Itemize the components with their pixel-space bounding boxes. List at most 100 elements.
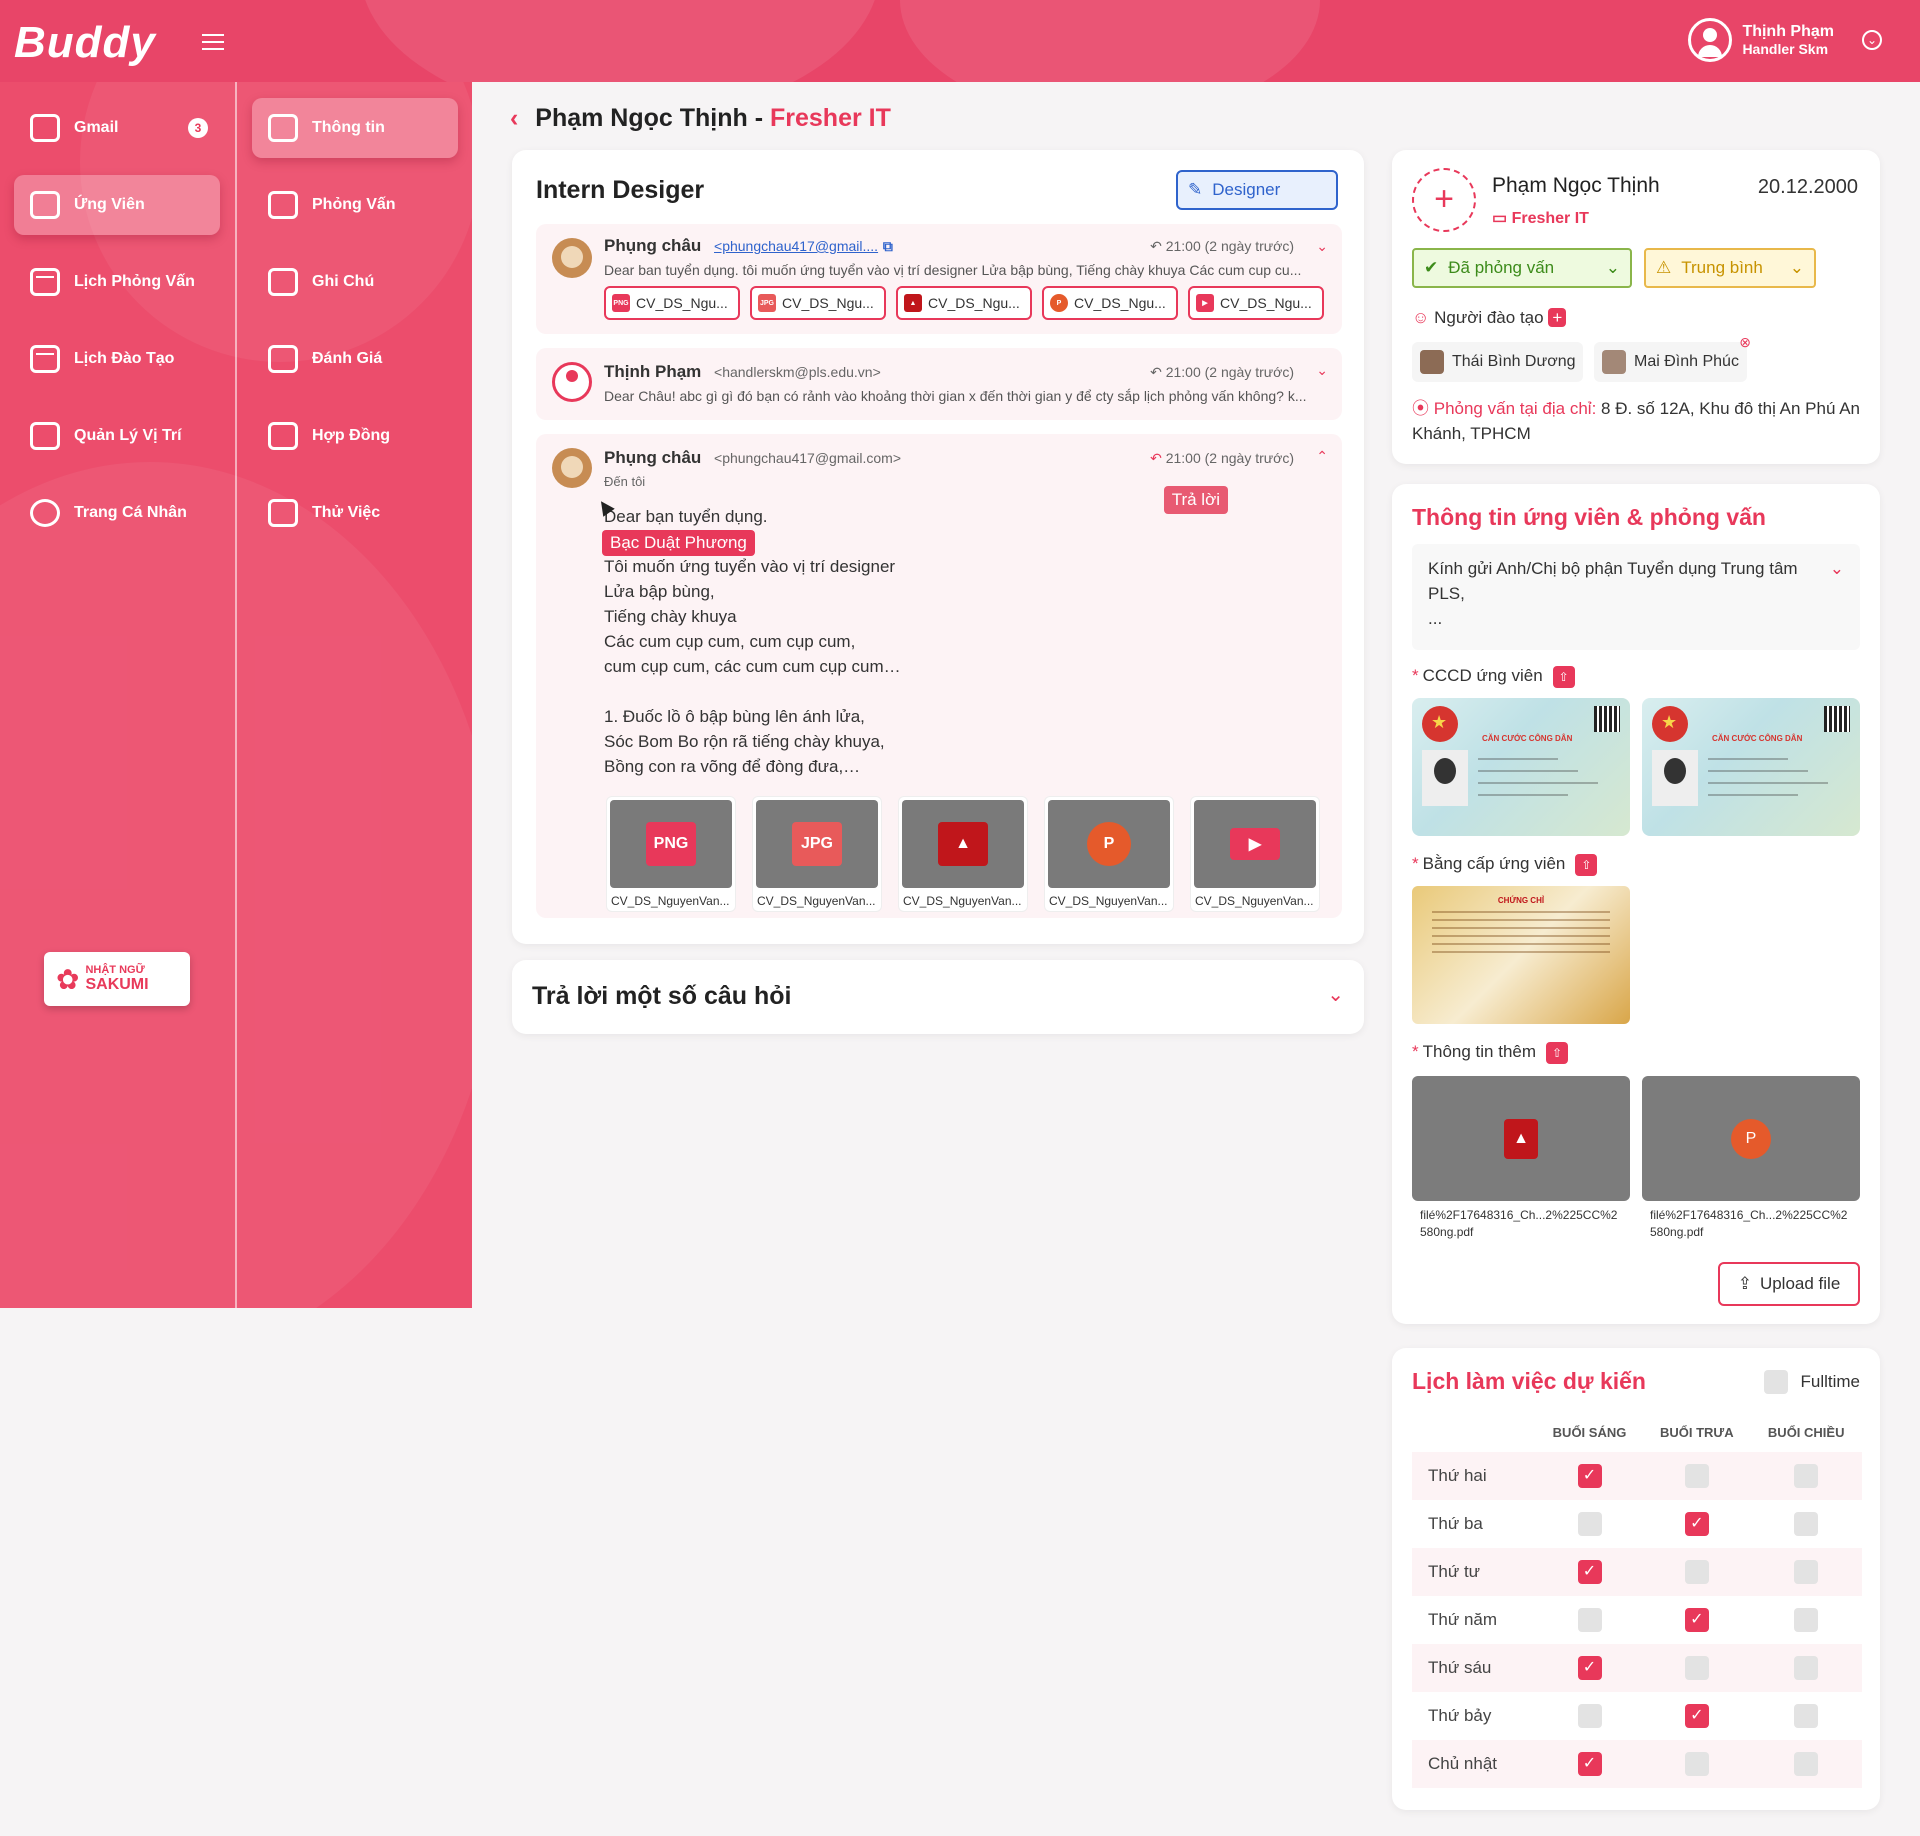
back-chevron-icon[interactable]: ‹ — [510, 104, 518, 132]
attachment-chip[interactable]: P CV_DS_Ngu... — [1042, 286, 1178, 320]
attachment-chip[interactable]: JPG CV_DS_Ngu... — [750, 286, 886, 320]
sidebar-item-interview-schedule[interactable]: Lịch Phỏng Vấn — [14, 252, 220, 312]
checkbox-unchecked[interactable] — [1684, 1752, 1709, 1776]
trainer-name: Mai Đình Phúc — [1634, 353, 1739, 370]
day-label: Thứ năm — [1428, 1610, 1498, 1629]
attachment-thumbnail[interactable]: JPG CV_DS_NguyenVan... — [752, 796, 882, 912]
table-row: Thứ hai ✓ — [1412, 1452, 1862, 1500]
upload-icon[interactable]: ⇧ — [1552, 666, 1575, 688]
upload-file-button[interactable]: ⇪ Upload file — [1718, 1262, 1860, 1306]
buddy-logo[interactable]: Buddy — [14, 18, 156, 68]
reply-icon[interactable]: ↶ — [1150, 238, 1166, 254]
status-select[interactable]: ✔ Đã phỏng vấn ⌄ — [1412, 248, 1632, 288]
checkbox-checked[interactable]: ✓ — [1684, 1608, 1709, 1632]
checkbox-unchecked[interactable] — [1794, 1560, 1819, 1584]
copy-icon[interactable]: ⧉ — [883, 238, 893, 254]
schedule-cell — [1536, 1500, 1643, 1548]
id-card-front-image[interactable]: CĂN CƯỚC CÔNG DÂN — [1412, 698, 1630, 836]
chevron-down-icon[interactable]: ⌄ — [1327, 982, 1344, 1007]
chevron-down-icon[interactable]: ⌄ — [1316, 362, 1328, 379]
checkbox-unchecked[interactable] — [1794, 1752, 1819, 1776]
checkbox-unchecked[interactable] — [1794, 1704, 1819, 1728]
add-trainer-button[interactable]: + — [1548, 308, 1567, 327]
add-avatar-icon[interactable]: + — [1412, 168, 1476, 232]
checkbox-unchecked[interactable] — [1577, 1512, 1602, 1536]
chevron-up-icon[interactable]: ⌃ — [1316, 448, 1328, 465]
attachment-thumbnail[interactable]: ▲ CV_DS_NguyenVan... — [898, 796, 1028, 912]
schedule-cell — [1750, 1692, 1862, 1740]
attachment-chip[interactable]: ▶ CV_DS_Ngu... — [1188, 286, 1324, 320]
mention-tooltip: Bạc Duật Phương — [602, 530, 755, 556]
sidebar-item-review[interactable]: Đánh Giá — [252, 329, 458, 389]
checkbox-checked[interactable]: ✓ — [1577, 1752, 1602, 1776]
degree-certificate-image[interactable]: CHỨNG CHỈ — [1412, 886, 1630, 1024]
chevron-down-icon[interactable]: ⌄ — [1830, 556, 1844, 581]
table-row: Thứ bảy ✓ — [1412, 1692, 1862, 1740]
checkbox-unchecked[interactable] — [1684, 1560, 1709, 1584]
attachment-thumbnail[interactable]: ▶ CV_DS_NguyenVan... — [1190, 796, 1320, 912]
reply-icon[interactable]: ↶ — [1150, 364, 1166, 380]
designer-tag-button[interactable]: ✎ Designer — [1176, 170, 1338, 210]
sidebar-item-interview[interactable]: Phỏng Vấn — [252, 175, 458, 235]
hamburger-menu-icon[interactable] — [202, 34, 224, 50]
schedule-cell — [1643, 1452, 1751, 1500]
sidebar-item-profile[interactable]: Trang Cá Nhân — [14, 483, 220, 543]
checkbox-checked[interactable]: ✓ — [1684, 1512, 1709, 1536]
sidebar-item-candidates[interactable]: Ứng Viên — [14, 175, 220, 235]
chevron-down-icon[interactable]: ⌄ — [1862, 30, 1882, 50]
attachment-chip[interactable]: ▲ CV_DS_Ngu... — [896, 286, 1032, 320]
checkbox-unchecked[interactable] — [1577, 1704, 1602, 1728]
sidebar-item-position-management[interactable]: Quản Lý Vị Trí — [14, 406, 220, 466]
checkbox-unchecked[interactable] — [1577, 1608, 1602, 1632]
extra-file-card[interactable]: P filé%2F17648316_Ch...2%225CC%2580ng.pd… — [1642, 1076, 1860, 1246]
checkbox-unchecked[interactable] — [1794, 1608, 1819, 1632]
sidebar-item-label: Lịch Phỏng Vấn — [74, 273, 195, 290]
email-item[interactable]: Phụng châu <phungchau417@gmail.... ⧉ ↶ 2… — [536, 224, 1342, 334]
upload-icon[interactable]: ⇧ — [1546, 1042, 1569, 1064]
position-list-icon — [30, 422, 60, 450]
reply-icon[interactable]: ↶ — [1150, 450, 1166, 466]
checkbox-checked[interactable]: ✓ — [1577, 1560, 1602, 1584]
trainer-chip[interactable]: Mai Đình Phúc ⊗ — [1594, 334, 1751, 382]
sidebar-item-gmail[interactable]: Gmail 3 — [14, 98, 220, 158]
remove-trainer-icon[interactable]: ⊗ — [1739, 334, 1751, 351]
extra-file-card[interactable]: ▲ filé%2F17648316_Ch...2%225CC%2580ng.pd… — [1412, 1076, 1630, 1246]
fulltime-checkbox[interactable] — [1764, 1370, 1789, 1394]
sidebar-item-notes[interactable]: Ghi Chú — [252, 252, 458, 312]
checkbox-checked[interactable]: ✓ — [1684, 1704, 1709, 1728]
id-card-back-image[interactable]: CĂN CƯỚC CÔNG DÂN — [1642, 698, 1860, 836]
schedule-cell — [1536, 1596, 1643, 1644]
sidebar-item-contract[interactable]: Hợp Đồng — [252, 406, 458, 466]
sidebar-item-probation[interactable]: Thử Việc — [252, 483, 458, 543]
checkbox-checked[interactable]: ✓ — [1577, 1656, 1602, 1680]
questions-card[interactable]: Trả lời một số câu hỏi ⌄ — [512, 960, 1364, 1034]
time-label: 21:00 (2 ngày trước) — [1165, 450, 1294, 466]
chevron-down-icon[interactable]: ⌄ — [1316, 238, 1328, 255]
chip-label: CV_DS_Ngu... — [1220, 295, 1312, 311]
fulltime-toggle[interactable]: Fulltime — [1764, 1370, 1860, 1394]
attachment-thumbnail[interactable]: P CV_DS_NguyenVan... — [1044, 796, 1174, 912]
sidebar-item-training-schedule[interactable]: Lịch Đào Tạo — [14, 329, 220, 389]
level-select[interactable]: ⚠ Trung bình ⌄ — [1644, 248, 1816, 288]
checkbox-unchecked[interactable] — [1794, 1464, 1819, 1488]
cover-message-dropdown[interactable]: Kính gửi Anh/Chị bộ phận Tuyển dụng Trun… — [1412, 544, 1860, 650]
user-menu[interactable]: Thịnh Phạm Handler Skm ⌄ — [1688, 18, 1882, 62]
upload-icon[interactable]: ⇧ — [1575, 854, 1598, 876]
address-label: Phỏng vấn tại địa chỉ: — [1433, 399, 1597, 418]
table-header — [1412, 1412, 1536, 1452]
sidebar-item-label: Trang Cá Nhân — [74, 504, 187, 521]
powerpoint-file-icon: P — [1731, 1118, 1771, 1159]
attachment-chip[interactable]: PNG CV_DS_Ngu... — [604, 286, 740, 320]
checkbox-unchecked[interactable] — [1794, 1656, 1819, 1680]
sidebar-item-info[interactable]: Thông tin — [252, 98, 458, 158]
attachment-thumbnail[interactable]: PNG CV_DS_NguyenVan... — [606, 796, 736, 912]
checkbox-unchecked[interactable] — [1684, 1464, 1709, 1488]
checkbox-unchecked[interactable] — [1794, 1512, 1819, 1536]
checkbox-checked[interactable]: ✓ — [1577, 1464, 1602, 1488]
sender-email-link[interactable]: <phungchau417@gmail.... — [714, 238, 878, 254]
sakumi-promo-logo[interactable]: ✿ NHẬT NGỮ SAKUMI — [44, 952, 190, 1006]
checkbox-unchecked[interactable] — [1684, 1656, 1709, 1680]
email-item[interactable]: Thịnh Phạm <handlerskm@pls.edu.vn> ↶ 21:… — [536, 348, 1342, 420]
trainer-chip[interactable]: Thái Bình Dương — [1412, 342, 1584, 382]
attachment-name: CV_DS_NguyenVan... — [903, 894, 1022, 908]
